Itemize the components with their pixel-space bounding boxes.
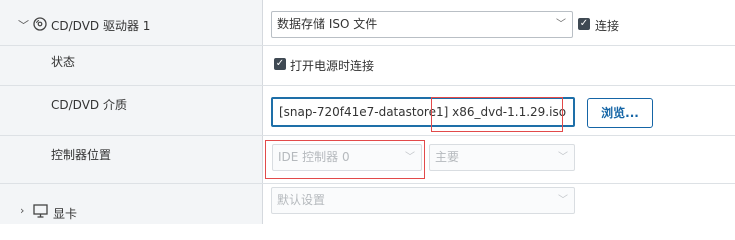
cd-dvd-type-value: 数据存储 ISO 文件 — [277, 17, 378, 31]
controller-slot-value: 主要 — [435, 150, 460, 164]
column-divider — [262, 0, 263, 224]
connect-label: 连接 — [595, 19, 620, 33]
controller-highlight — [265, 140, 425, 179]
power-on-connect-label: 打开电源时连接 — [290, 59, 375, 73]
row-divider — [0, 135, 735, 136]
cd-dvd-drive-title: CD/DVD 驱动器 1 — [51, 19, 151, 33]
cd-dvd-type-select[interactable]: 数据存储 ISO 文件 ﹀ — [271, 11, 573, 38]
controller-location-label: 控制器位置 — [51, 148, 112, 162]
row-divider — [0, 183, 735, 184]
display-card-setting-select[interactable]: 默认设置 ﹀ — [271, 187, 575, 214]
row-divider — [0, 45, 735, 46]
power-on-connect-checkbox[interactable]: ✓ — [274, 58, 286, 70]
status-label: 状态 — [51, 55, 76, 69]
disc-icon — [33, 17, 47, 31]
caret-down-icon: ﹀ — [558, 195, 568, 206]
media-path-highlight — [431, 97, 563, 132]
controller-slot-select[interactable]: 主要 ﹀ — [429, 144, 575, 171]
display-card-setting-value: 默认设置 — [277, 193, 326, 207]
caret-down-icon: ﹀ — [558, 152, 568, 163]
caret-down-icon: ﹀ — [556, 19, 566, 30]
display-card-title: 显卡 — [53, 207, 78, 221]
chevron-down-icon[interactable]: ﹀ — [18, 17, 29, 33]
chevron-right-icon[interactable]: › — [20, 204, 24, 217]
monitor-icon — [33, 204, 48, 218]
browse-button[interactable]: 浏览... — [587, 98, 653, 128]
row-divider — [0, 85, 735, 86]
cd-dvd-media-label: CD/DVD 介质 — [51, 98, 127, 112]
connect-checkbox[interactable]: ✓ — [578, 18, 590, 30]
